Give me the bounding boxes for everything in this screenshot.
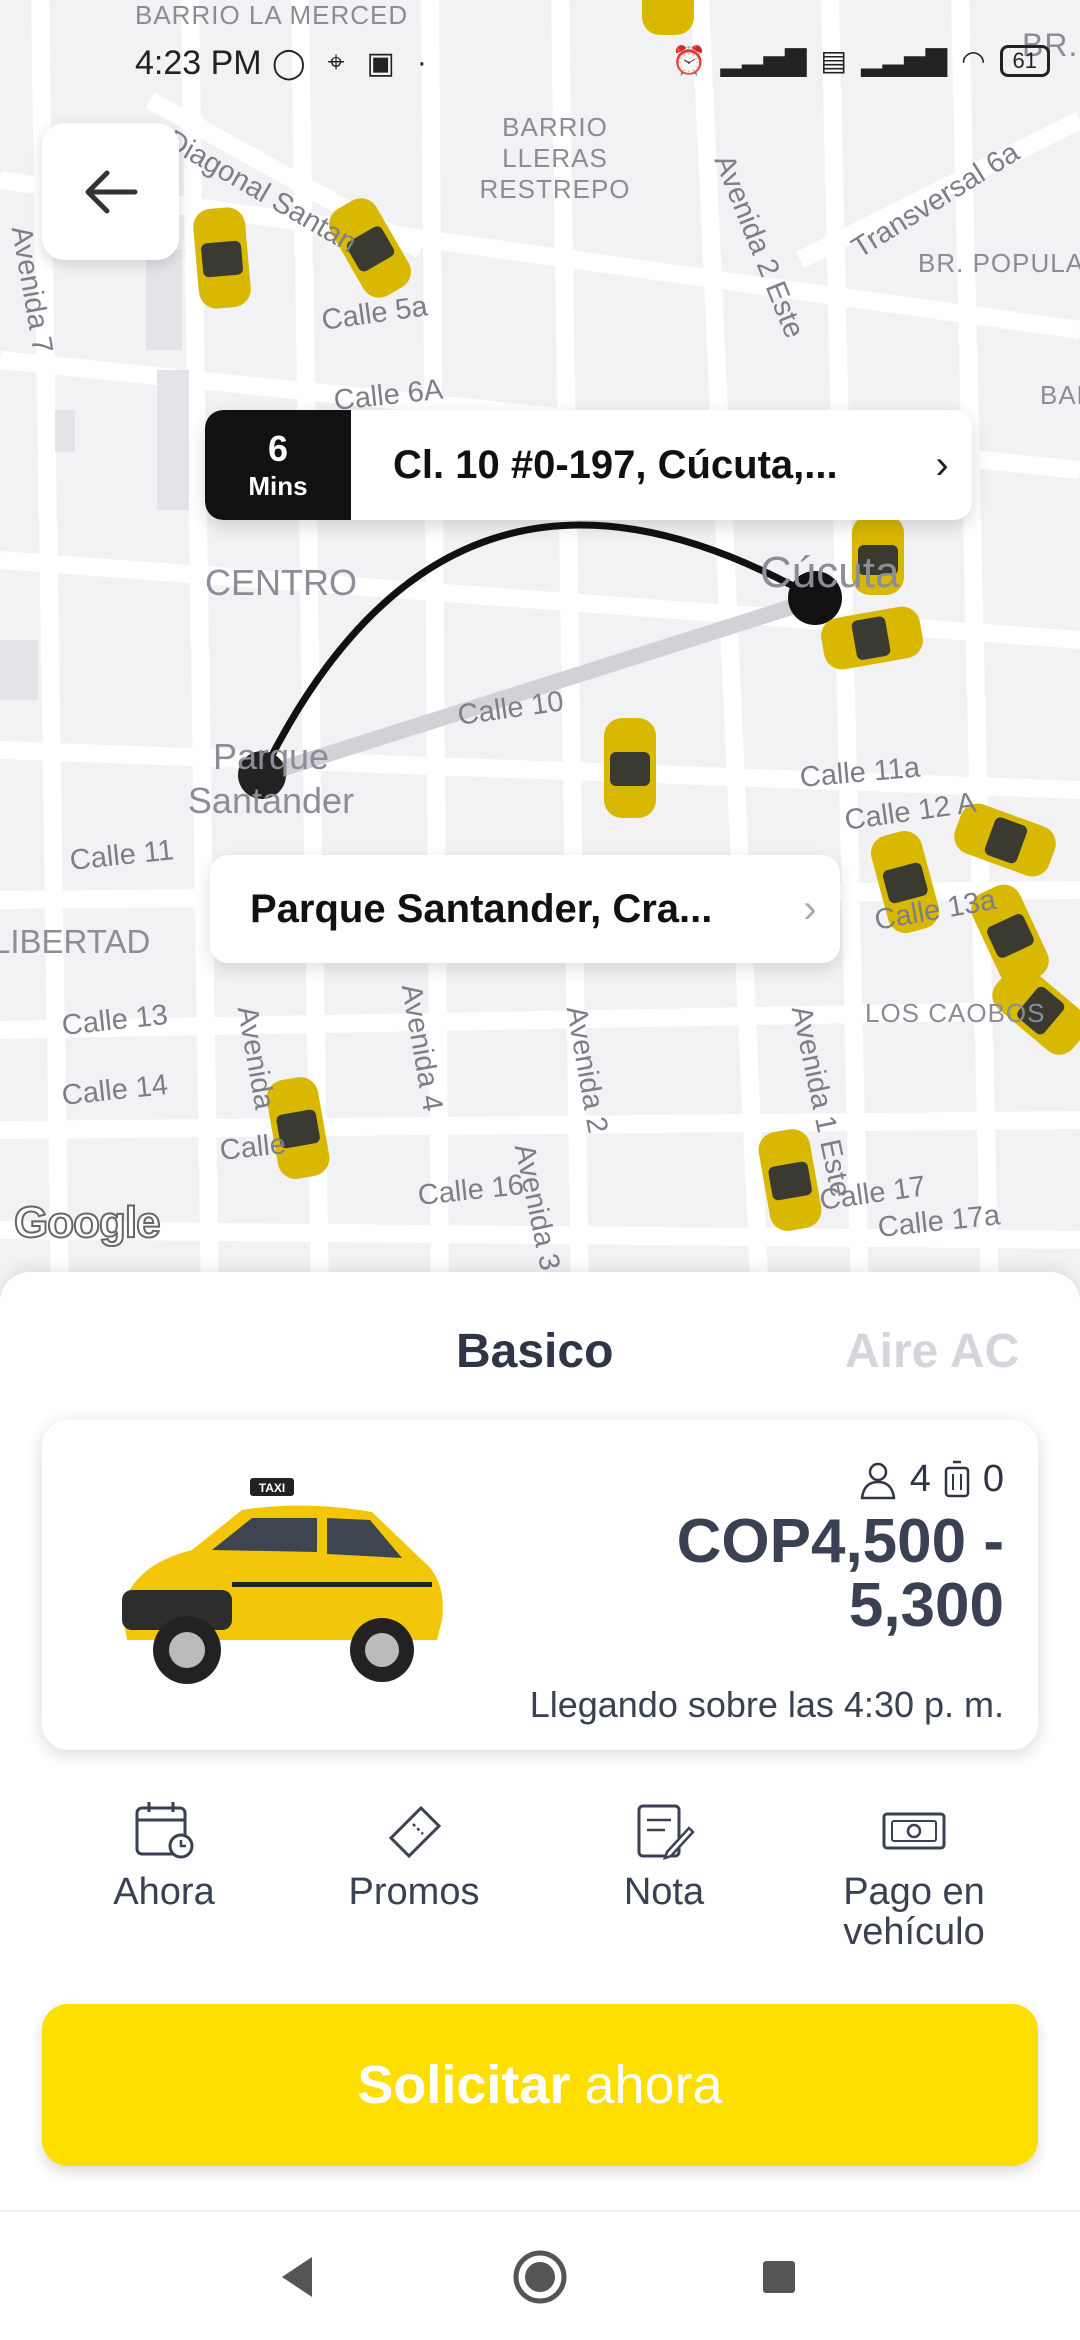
ride-card[interactable]: TAXI 4 0 COP4,500 - 5,300 Llegando sobre… [42, 1420, 1038, 1750]
alarm-icon: ⏰ [671, 45, 707, 76]
notification-icons: ◯ ⌖ ▣ · [272, 46, 427, 81]
origin-callout[interactable]: Parque Santander, Cra... › [210, 855, 840, 963]
tab-aire-ac[interactable]: Aire AC [845, 1324, 1019, 1379]
fare-estimate: COP4,500 - 5,300 [677, 1510, 1004, 1638]
tab-basico[interactable]: Basico [456, 1324, 613, 1379]
luggage-count: 0 [982, 1458, 1004, 1500]
ride-options-sheet: Basico Aire AC TAXI 4 0 COP4,500 - 5,300… [0, 1272, 1080, 2340]
luggage-icon [944, 1460, 970, 1497]
map-district-label: CENTRO [205, 562, 357, 603]
map-district-label: BARRIO LLERAS RESTREPO [479, 112, 631, 204]
dot-icon: · [416, 46, 427, 79]
origin-address: Parque Santander, Cra... [250, 886, 713, 931]
ride-options-row: Ahora Promos Nota Pago en vehículo [0, 1800, 1080, 1980]
signal-icon: ▂▃▅▇ [860, 45, 948, 76]
option-label: Promos [348, 1871, 480, 1913]
destination-address: Cl. 10 #0-197, Cúcuta,... [393, 442, 838, 487]
vehicle-tabs: Basico Aire AC [0, 1272, 1080, 1422]
status-bar: 4:23 PM ◯ ⌖ ▣ · ⏰ ▂▃▅▇ ▤ ▂▃▅▇ ◠ 61 [0, 20, 1080, 110]
taxi-car-image: TAXI [122, 1478, 443, 1684]
ticket-icon [388, 1805, 442, 1859]
cash-icon [882, 1812, 946, 1850]
eta-badge: 6 Mins [205, 410, 351, 520]
map-district-label: LOS CAOBOS [865, 998, 1046, 1028]
battery-icon: 61 [999, 44, 1050, 77]
map-district-label: BAR [1040, 380, 1080, 410]
arrival-time: Llegando sobre las 4:30 p. m. [529, 1684, 1004, 1725]
location-icon: ⌖ [327, 46, 345, 79]
fare-range-start: COP4,500 - [676, 1507, 1004, 1576]
request-ride-button[interactable]: Solicitar ahora [42, 2004, 1038, 2166]
option-label: Pago en vehículo [843, 1871, 985, 1953]
request-button-rest: ahora [584, 2055, 723, 2115]
nav-home-dot [525, 2262, 555, 2292]
eta-unit: Mins [248, 471, 308, 501]
wifi-icon: ◠ [961, 45, 986, 76]
eta-value: 6 [267, 428, 289, 469]
option-label: Nota [623, 1871, 705, 1913]
back-button[interactable] [42, 123, 179, 260]
taxi-sign-text: TAXI [259, 1481, 285, 1495]
system-icons: ⏰ ▂▃▅▇ ▤ ▂▃▅▇ ◠ 61 [671, 44, 1050, 77]
calendar-icon [135, 1802, 194, 1859]
fare-range-end: 5,300 [848, 1571, 1004, 1640]
nav-buttons [282, 2250, 795, 2304]
person-icon [860, 1462, 896, 1499]
note-icon [637, 1804, 695, 1860]
map-district-label: BR. POPULAR [918, 248, 1080, 278]
capacity-info: 4 0 [858, 1458, 1004, 1501]
destination-callout[interactable]: 6 Mins Cl. 10 #0-197, Cúcuta,... › [205, 410, 972, 520]
back-arrow-icon [85, 170, 137, 213]
chevron-right-icon: › [803, 886, 817, 931]
map-district-label: Cúcuta [760, 548, 900, 597]
option-ahora[interactable]: Ahora [44, 1800, 284, 1912]
system-nav-bar [0, 2210, 1080, 2340]
volte-icon: ▤ [820, 45, 847, 76]
google-logo: Google [13, 1197, 162, 1248]
option-pago-en-vehiculo[interactable]: Pago en vehículo [794, 1800, 1034, 1952]
nav-recents-icon[interactable] [763, 2261, 795, 2293]
request-button-bold: Solicitar [357, 2055, 571, 2115]
map-district-label: Parque Santander [187, 736, 355, 821]
nav-back-icon[interactable] [282, 2257, 312, 2297]
teams-icon: ▣ [366, 47, 395, 80]
option-promos[interactable]: Promos [294, 1800, 534, 1912]
passenger-count: 4 [909, 1458, 931, 1500]
signal-icon: ▂▃▅▇ [720, 45, 807, 76]
whatsapp-icon: ◯ [272, 47, 306, 80]
option-nota[interactable]: Nota [544, 1800, 784, 1912]
status-time: 4:23 PM [135, 44, 262, 82]
option-label: Ahora [113, 1871, 215, 1913]
map-district-label: LIBERTAD [0, 923, 151, 960]
map-street-label: Calle [218, 1128, 288, 1167]
chevron-right-icon: › [935, 442, 949, 487]
